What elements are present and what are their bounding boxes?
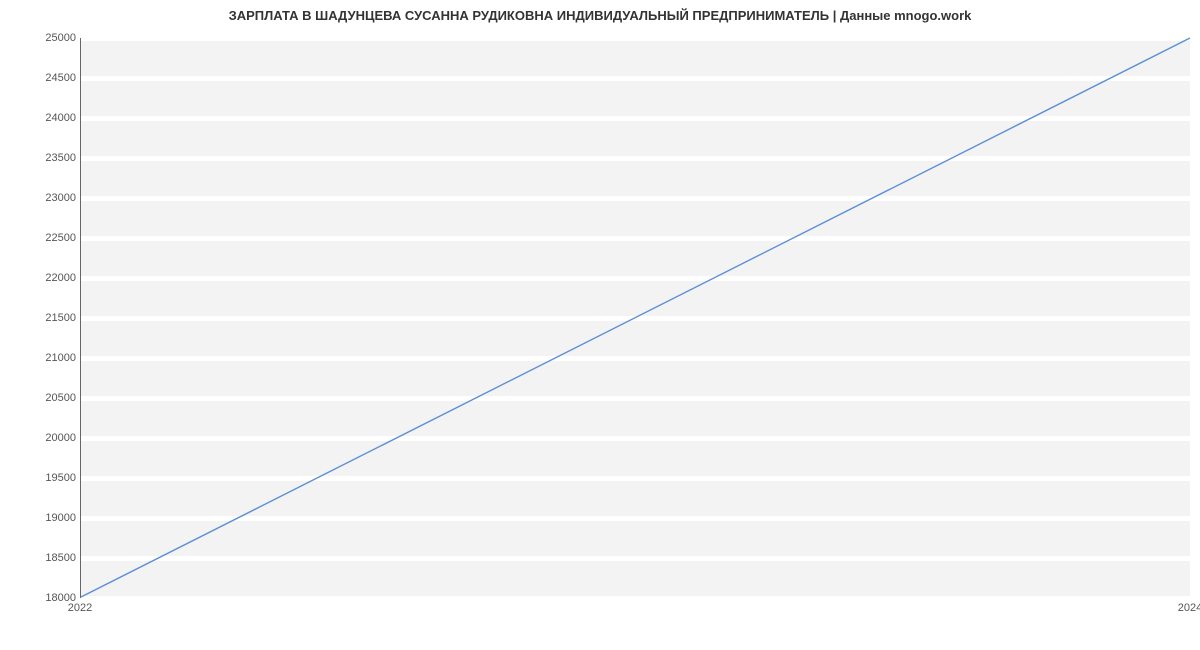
y-tick-label: 18500 — [16, 552, 76, 564]
y-tick-label: 25000 — [16, 32, 76, 44]
y-tick-label: 22000 — [16, 272, 76, 284]
x-tick-label: 2022 — [68, 602, 92, 614]
y-tick-label: 21500 — [16, 312, 76, 324]
y-tick-label: 22500 — [16, 232, 76, 244]
y-tick-label: 20500 — [16, 392, 76, 404]
y-tick-label: 24000 — [16, 112, 76, 124]
x-tick-label: 2024 — [1178, 602, 1200, 614]
salary-line-chart: ЗАРПЛАТА В ШАДУНЦЕВА СУСАННА РУДИКОВНА И… — [0, 0, 1200, 640]
y-tick-label: 23500 — [16, 152, 76, 164]
y-tick-label: 19500 — [16, 472, 76, 484]
line-series — [81, 38, 1190, 597]
chart-title: ЗАРПЛАТА В ШАДУНЦЕВА СУСАННА РУДИКОВНА И… — [0, 8, 1200, 23]
y-tick-label: 21000 — [16, 352, 76, 364]
y-tick-label: 19000 — [16, 512, 76, 524]
y-tick-label: 20000 — [16, 432, 76, 444]
y-tick-label: 23000 — [16, 192, 76, 204]
plot-area — [80, 38, 1190, 598]
y-tick-label: 24500 — [16, 72, 76, 84]
